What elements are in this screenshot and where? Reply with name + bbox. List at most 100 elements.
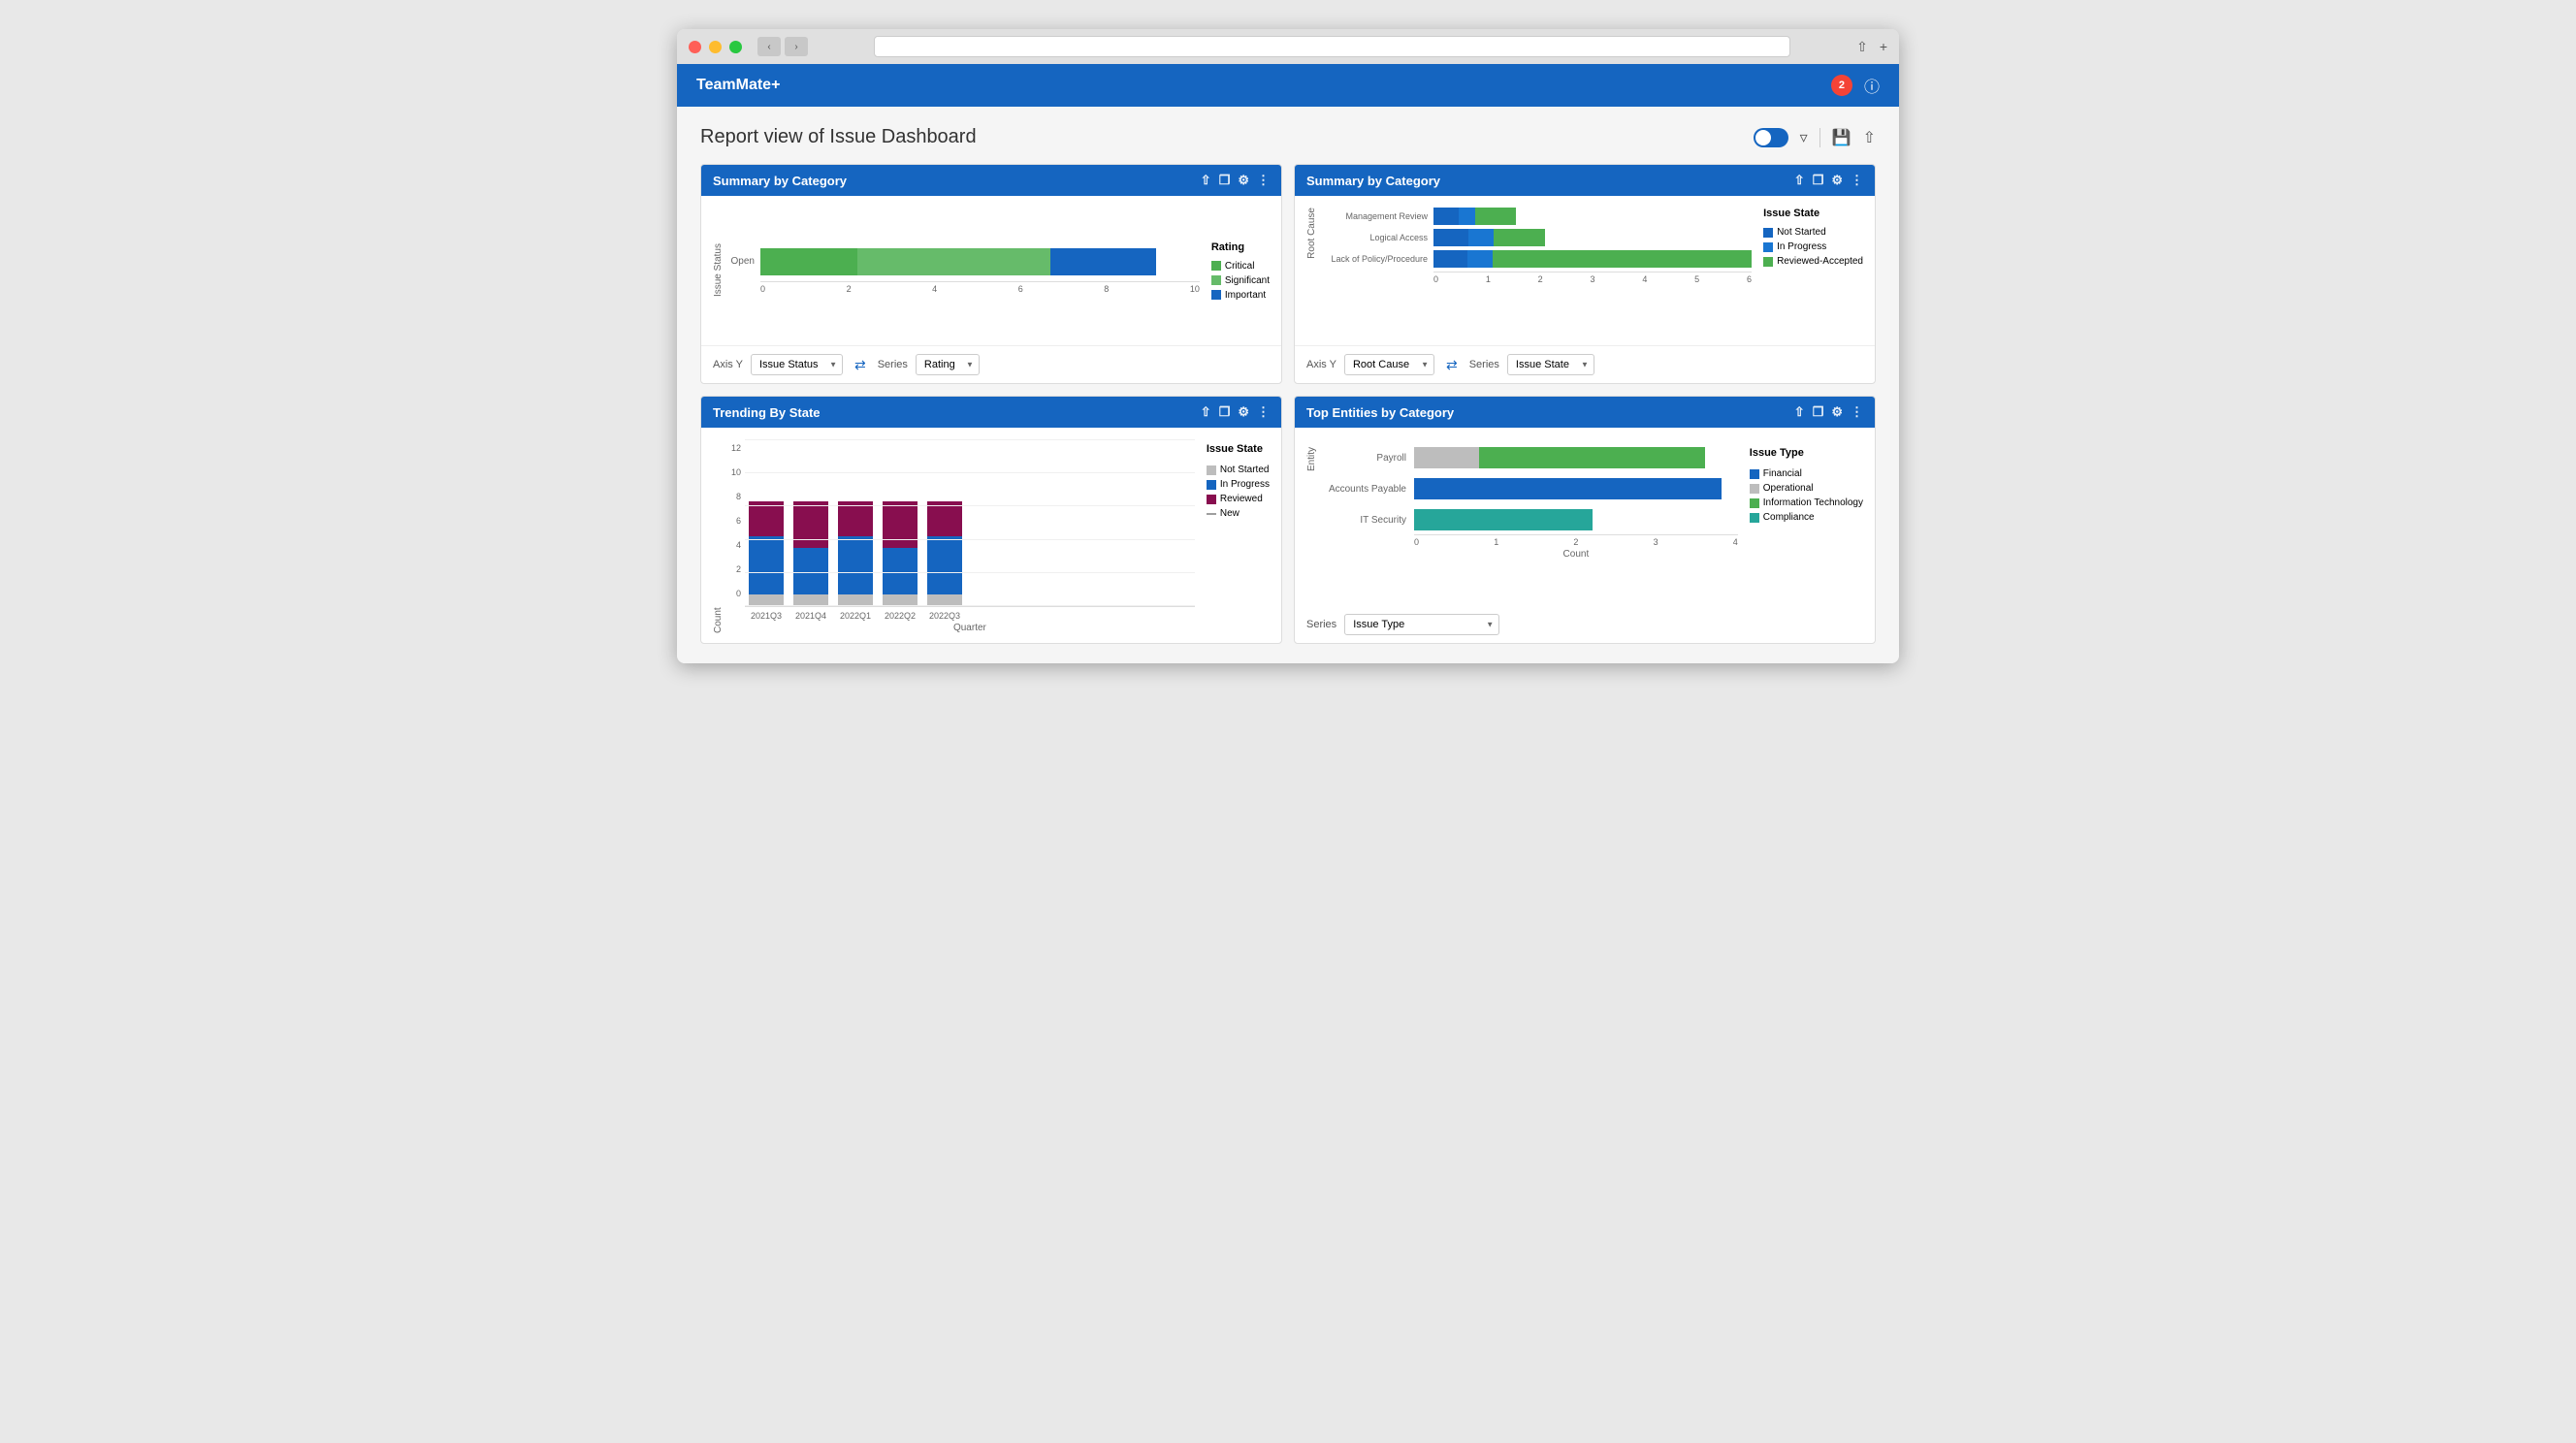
minimize-button[interactable] (709, 41, 722, 53)
more-trend-icon[interactable]: ⋮ (1257, 404, 1270, 420)
share-entity-icon[interactable]: ⇧ (1794, 404, 1805, 420)
legend-dot-significant (1211, 275, 1221, 285)
swap-icon-left[interactable]: ⇄ (854, 357, 866, 373)
seg-ns-q2-22 (883, 594, 918, 606)
summary-left-body: Issue Status Open (701, 196, 1281, 345)
bar-label-logical: Logical Access (1321, 233, 1428, 242)
rx-0: 0 (1433, 274, 1438, 284)
ex-2: 2 (1573, 537, 1578, 547)
share-chart-icon-r[interactable]: ⇧ (1794, 173, 1805, 188)
toggle-knob (1755, 130, 1771, 145)
forward-button[interactable]: › (785, 37, 808, 56)
rx-5: 5 (1694, 274, 1699, 284)
bar-logical-ip (1468, 229, 1494, 246)
bar-mgmt-ns (1433, 208, 1459, 225)
summary-left-panel: Summary by Category ⇧ ❐ ⚙ ⋮ Issue Status (700, 164, 1282, 384)
legend-label-important: Important (1225, 290, 1266, 301)
fullscreen-entity-icon[interactable]: ❐ (1813, 404, 1824, 420)
bar-label-open: Open (727, 256, 755, 267)
ex-4: 4 (1733, 537, 1738, 547)
maximize-button[interactable] (729, 41, 742, 53)
axis-y-select-left[interactable]: Issue Status (751, 354, 843, 375)
window: ‹ › ⇧ + TeamMate+ 2 ⓘ Report view of Iss… (677, 29, 1899, 663)
legend-dot-trend-new (1207, 513, 1216, 515)
entities-legend-title: Issue Type (1750, 447, 1863, 459)
legend-trend-new: New (1207, 508, 1270, 519)
y-8: 8 (725, 492, 741, 501)
summary-left-title: Summary by Category (713, 174, 847, 188)
y-0: 0 (725, 589, 741, 598)
share-icon[interactable]: ⇧ (1856, 39, 1868, 55)
legend-dot-ns (1763, 228, 1773, 238)
legend-dot-operational (1750, 484, 1759, 494)
axis-y-select-right[interactable]: Root Cause (1344, 354, 1434, 375)
share-trend-icon[interactable]: ⇧ (1201, 404, 1211, 420)
trending-bar-area (745, 439, 1195, 607)
settings-chart-icon[interactable]: ⚙ (1238, 173, 1249, 188)
legend-dot-trend-ip (1207, 480, 1216, 490)
legend-important: Important (1211, 290, 1270, 301)
save-icon[interactable]: 💾 (1832, 128, 1852, 147)
more-chart-icon[interactable]: ⋮ (1257, 173, 1270, 188)
axis-y-label: Axis Y (713, 359, 743, 370)
legend-critical: Critical (1211, 261, 1270, 272)
back-button[interactable]: ‹ (757, 37, 781, 56)
entities-body: Entity Payroll (1295, 428, 1875, 606)
bar-important (1050, 248, 1156, 275)
legend-title-rating: Rating (1211, 241, 1270, 253)
x-label-2022q2: 2022Q2 (883, 611, 918, 621)
rx-6: 6 (1747, 274, 1752, 284)
filter-icon[interactable]: ▿ (1800, 128, 1808, 147)
notification-badge[interactable]: 2 (1831, 75, 1852, 96)
payroll-operational (1414, 447, 1479, 468)
seg-ns-q4-21 (793, 594, 828, 606)
y-10: 10 (725, 467, 741, 477)
bar-2021q3 (749, 490, 784, 606)
seg-ip-q3-21 (749, 536, 784, 594)
x-label-2: 2 (847, 284, 852, 294)
bar-mgmt-ra (1475, 208, 1517, 225)
bar-label-policy: Lack of Policy/Procedure (1321, 254, 1428, 264)
legend-label-ra: Reviewed-Accepted (1777, 256, 1863, 267)
entities-y-label: Entity (1306, 447, 1317, 471)
summary-right-title: Summary by Category (1306, 174, 1440, 188)
seg-ip-q3-22 (927, 536, 962, 594)
page-content: Report view of Issue Dashboard ▿ 💾 ⇧ Sum… (677, 107, 1899, 663)
legend-label-trend-ns: Not Started (1220, 465, 1270, 475)
fullscreen-trend-icon[interactable]: ❐ (1219, 404, 1231, 420)
address-bar[interactable] (874, 36, 1790, 57)
new-tab-icon[interactable]: + (1880, 39, 1887, 55)
bar-mgmt-ip (1459, 208, 1474, 225)
fullscreen-chart-icon-r[interactable]: ❐ (1813, 173, 1824, 188)
series-select-entities[interactable]: Issue Type (1344, 614, 1499, 635)
seg-ip-q2-22 (883, 548, 918, 594)
legend-label-ns: Not Started (1777, 227, 1826, 238)
close-button[interactable] (689, 41, 701, 53)
bar-2022q1 (838, 490, 873, 606)
help-icon[interactable]: ⓘ (1864, 74, 1880, 97)
trending-title: Trending By State (713, 405, 821, 420)
legend-dot-trend-ns (1207, 465, 1216, 475)
settings-chart-icon-r[interactable]: ⚙ (1831, 173, 1843, 188)
export-icon[interactable]: ⇧ (1863, 128, 1876, 147)
bar-logical-ra (1494, 229, 1544, 246)
series-label-right: Series (1469, 359, 1499, 370)
settings-trend-icon[interactable]: ⚙ (1238, 404, 1249, 420)
settings-entity-icon[interactable]: ⚙ (1831, 404, 1843, 420)
entities-series-control: Series Issue Type (1295, 606, 1875, 643)
more-chart-icon-r[interactable]: ⋮ (1851, 173, 1863, 188)
swap-icon-right[interactable]: ⇄ (1446, 357, 1458, 373)
legend-in-progress: In Progress (1763, 241, 1863, 252)
series-select-left[interactable]: Rating (916, 354, 980, 375)
legend-operational: Operational (1750, 483, 1863, 494)
x-title-quarter: Quarter (745, 623, 1195, 633)
legend-compliance: Compliance (1750, 512, 1863, 523)
legend-label-trend-new: New (1220, 508, 1240, 519)
entities-header: Top Entities by Category ⇧ ❐ ⚙ ⋮ (1295, 397, 1875, 428)
series-select-right[interactable]: Issue State (1507, 354, 1594, 375)
view-toggle[interactable] (1754, 128, 1788, 147)
share-chart-icon[interactable]: ⇧ (1201, 173, 1211, 188)
x-label-10: 10 (1190, 284, 1200, 294)
more-entity-icon[interactable]: ⋮ (1851, 404, 1863, 420)
fullscreen-chart-icon[interactable]: ❐ (1219, 173, 1231, 188)
